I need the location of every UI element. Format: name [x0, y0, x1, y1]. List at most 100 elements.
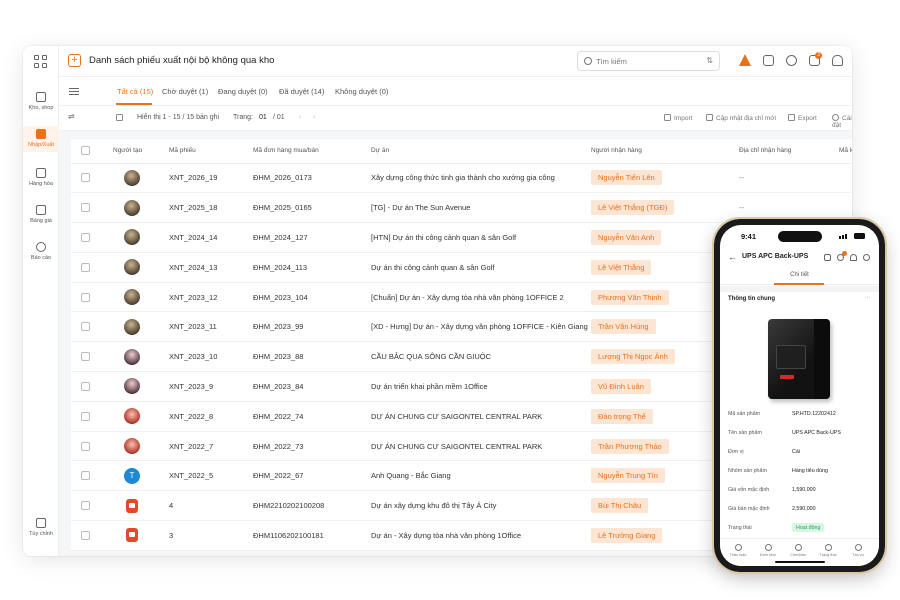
column-header-more[interactable]: Mã k — [839, 139, 852, 164]
tab-all[interactable]: Tất cả (15) — [117, 87, 153, 96]
row-checkbox[interactable] — [81, 262, 90, 272]
next-page-icon[interactable]: › — [313, 114, 315, 121]
page-current[interactable]: 01 — [259, 114, 267, 121]
search-input[interactable]: Tìm kiếm — [596, 57, 627, 66]
receiver-chip[interactable]: Đào trọng Thế — [591, 408, 653, 424]
slip-code[interactable]: 3 — [169, 520, 253, 551]
slip-code[interactable]: XNT_2023_10 — [169, 341, 253, 373]
row-checkbox[interactable] — [81, 322, 90, 332]
tasks-icon — [854, 544, 862, 551]
row-checkbox[interactable] — [81, 501, 90, 511]
phone-mockup: 9:41 ← UPS APC Back-UPS Chi tiết Thông t… — [712, 217, 887, 574]
tab-rejected[interactable]: Không duyệt (0) — [335, 87, 388, 96]
report-icon — [36, 242, 46, 252]
more-icon[interactable]: ··· — [864, 294, 871, 301]
row-checkbox[interactable] — [81, 352, 90, 362]
import-button[interactable]: Import — [664, 114, 692, 122]
receiver-chip[interactable]: Lê Việt Thắng (TGĐ) — [591, 200, 675, 216]
slip-code[interactable]: 4 — [169, 490, 253, 522]
slip-code[interactable]: XNT_2025_18 — [169, 192, 253, 224]
notification-count-badge: 3 — [815, 52, 822, 59]
receiver-chip[interactable]: Nguyễn Tiến Lên — [591, 170, 662, 186]
receiver-chip[interactable]: Nguyễn Trung Tín — [591, 468, 665, 484]
sidebar-item-kho-shop[interactable]: Kho, shop — [23, 90, 59, 116]
filter-icon[interactable]: ⇌ — [68, 112, 75, 121]
row-checkbox[interactable] — [81, 381, 90, 391]
sort-icon[interactable]: ⇅ — [706, 56, 713, 65]
search-box[interactable]: Tìm kiếm ⇅ — [577, 51, 720, 71]
slip-code[interactable]: XNT_2022_7 — [169, 431, 253, 462]
slip-code[interactable]: XNT_2024_14 — [169, 222, 253, 253]
phone-nav-item[interactable]: Thảo luận — [724, 544, 752, 557]
avatar-icon[interactable] — [863, 254, 870, 261]
column-header-slip-code[interactable]: Mã phiếu — [169, 139, 253, 164]
menu-icon[interactable] — [69, 88, 79, 95]
apps-grid-icon[interactable] — [34, 55, 48, 69]
row-checkbox[interactable] — [81, 441, 90, 451]
slip-code[interactable]: XNT_2023_11 — [169, 311, 253, 343]
column-header-project[interactable]: Dự án — [371, 139, 591, 164]
phone-nav-item[interactable]: Checklist — [784, 544, 812, 557]
sidebar-item-hang-hoa[interactable]: Hàng hóa — [23, 166, 59, 192]
row-checkbox[interactable] — [81, 173, 90, 183]
row-checkbox[interactable] — [81, 471, 90, 481]
slip-code[interactable]: XNT_2026_19 — [169, 163, 253, 194]
column-header-receiver[interactable]: Người nhận hàng — [591, 139, 739, 164]
receiver-chip[interactable]: Nguyễn Văn Anh — [591, 229, 662, 245]
receiver-chip[interactable]: Trần Văn Hùng — [591, 319, 656, 335]
slip-code[interactable]: XNT_2024_13 — [169, 252, 253, 283]
status-icon — [824, 544, 832, 551]
row-checkbox[interactable] — [81, 530, 90, 540]
receiver-chip[interactable]: Bùi Thị Châu — [591, 498, 649, 514]
bookmark-icon[interactable] — [763, 55, 774, 66]
row-checkbox[interactable] — [81, 203, 90, 213]
bell-icon[interactable] — [832, 55, 843, 66]
column-header-address[interactable]: Địa chỉ nhận hàng — [739, 139, 839, 164]
export-button[interactable]: Export — [788, 114, 817, 122]
prev-page-icon[interactable]: ‹ — [299, 114, 301, 121]
column-header-creator[interactable]: Người tạo — [113, 139, 169, 164]
receiver-chip[interactable]: Vũ Đình Luân — [591, 378, 651, 394]
sidebar-item-bao-cao[interactable]: Báo cáo — [23, 240, 59, 266]
dynamic-island — [778, 231, 822, 242]
table-row[interactable]: XNT_2026_19 ĐHM_2026_0173 Xây dựng công th… — [71, 163, 852, 194]
product-field-row: Mã sản phẩm SP.HTD.12202412 — [728, 407, 871, 423]
sidebar-item-tuy-chinh[interactable]: Tùy chỉnh — [23, 516, 59, 542]
bookmark-icon[interactable] — [824, 254, 831, 261]
receiver-chip[interactable]: Lê Trường Giang — [591, 527, 663, 543]
phone-nav-item[interactable]: Tác vụ — [844, 544, 872, 557]
tab-approved[interactable]: Đã duyệt (14) — [279, 87, 324, 96]
back-arrow-icon[interactable]: ← — [728, 252, 737, 262]
phone-nav-item[interactable]: Trạng thái — [814, 544, 842, 557]
receiver-chip[interactable]: Trần Phương Thảo — [591, 438, 669, 454]
record-summary: Hiển thị 1 - 15 / 15 bản ghi — [137, 114, 220, 121]
receiver-chip[interactable]: Phương Văn Thịnh — [591, 289, 669, 305]
stage: Kho, shop Nhập/Xuất Hàng hóa Bảng giá Bá… — [0, 0, 900, 600]
row-checkbox[interactable] — [81, 292, 90, 302]
brand-logo-icon[interactable] — [739, 54, 751, 66]
column-header-order-code[interactable]: Mã đơn hàng mua/bán — [253, 139, 371, 164]
row-checkbox[interactable] — [81, 411, 90, 421]
tab-detail[interactable]: Chi tiết — [720, 269, 879, 285]
slip-code[interactable]: XNT_2023_9 — [169, 371, 253, 402]
select-all-checkbox[interactable] — [81, 146, 90, 156]
phone-nav-item[interactable]: Đính kèm — [754, 544, 782, 557]
add-button[interactable]: + — [68, 54, 81, 67]
bell-icon[interactable] — [850, 254, 857, 261]
activity-icon[interactable] — [786, 55, 797, 66]
tab-pending[interactable]: Chờ duyệt (1) — [162, 87, 208, 96]
sidebar-item-bang-gia[interactable]: Bảng giá — [23, 203, 59, 229]
table-row[interactable]: XNT_2025_18 ĐHM_2025_0165 [TG] - Dự án The… — [71, 192, 852, 224]
settings-button[interactable]: Cài đặt — [832, 114, 852, 129]
slip-code[interactable]: XNT_2022_5 — [169, 460, 253, 492]
sidebar-item-nhap-xuat[interactable]: Nhập/Xuất — [23, 126, 59, 152]
row-checkbox[interactable] — [81, 232, 90, 242]
tab-in-review[interactable]: Đang duyệt (0) — [218, 87, 268, 96]
columns-icon[interactable] — [116, 114, 123, 121]
receiver-chip[interactable]: Lê Việt Thắng — [591, 259, 652, 275]
creator-avatar — [124, 348, 140, 365]
receiver-chip[interactable]: Lương Thị Ngọc Ánh — [591, 349, 675, 365]
slip-code[interactable]: XNT_2023_12 — [169, 282, 253, 313]
update-address-button[interactable]: Cập nhật địa chỉ mới — [706, 114, 776, 122]
slip-code[interactable]: XNT_2022_8 — [169, 401, 253, 432]
